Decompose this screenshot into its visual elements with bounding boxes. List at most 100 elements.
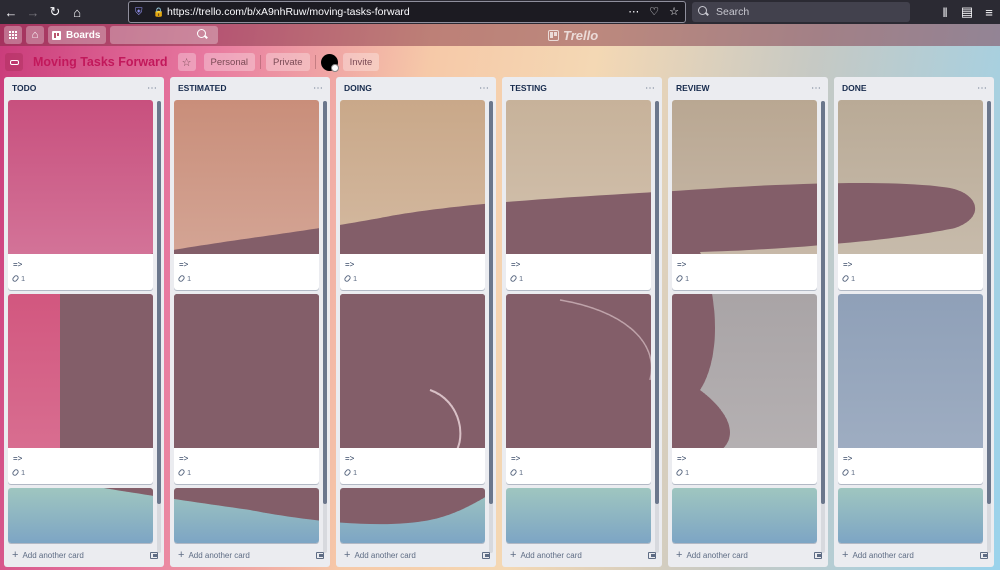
- card[interactable]: => 1: [506, 294, 651, 484]
- list-title[interactable]: TODO: [12, 83, 36, 93]
- card[interactable]: => 1: [340, 100, 485, 290]
- paperclip-icon: [11, 468, 20, 477]
- add-card-row: + Add another card: [336, 543, 496, 567]
- list-testing: TESTING ⋯ => 1 => 1 + Add another card: [502, 77, 662, 567]
- card-cover-image: [838, 488, 983, 543]
- card-title: =>: [843, 454, 853, 463]
- paperclip-icon: [841, 468, 850, 477]
- card-template-icon[interactable]: [814, 551, 822, 559]
- home-icon[interactable]: ⌂: [66, 0, 88, 24]
- star-board-button[interactable]: ☆: [177, 53, 196, 71]
- attachment-count: 1: [519, 274, 524, 283]
- attachment-count: 1: [685, 468, 690, 477]
- apps-button[interactable]: [4, 26, 22, 44]
- list-scrollbar-thumb[interactable]: [323, 101, 327, 504]
- list-menu-icon[interactable]: ⋯: [977, 83, 988, 94]
- list-menu-icon[interactable]: ⋯: [479, 83, 490, 94]
- card[interactable]: [340, 488, 485, 543]
- attachment-badge: 1: [841, 468, 978, 477]
- card[interactable]: => 1: [8, 100, 153, 290]
- url-text[interactable]: https://trello.com/b/xA9nhRuw/moving-tas…: [167, 6, 410, 18]
- invite-button[interactable]: Invite: [342, 53, 380, 71]
- card[interactable]: [8, 488, 153, 543]
- page-actions-icon[interactable]: ⋯: [628, 5, 639, 18]
- list-menu-icon[interactable]: ⋯: [147, 83, 158, 94]
- card[interactable]: => 1: [506, 100, 651, 290]
- paperclip-icon: [841, 274, 850, 283]
- list-todo: TODO ⋯ => 1 => 1 + Add another card: [4, 77, 164, 567]
- list-menu-icon[interactable]: ⋯: [313, 83, 324, 94]
- list-menu-icon[interactable]: ⋯: [811, 83, 822, 94]
- add-card-button[interactable]: + Add another card: [842, 549, 914, 561]
- card-template-icon[interactable]: [980, 551, 988, 559]
- card[interactable]: => 1: [672, 100, 817, 290]
- boards-button[interactable]: Boards: [48, 26, 107, 44]
- forward-icon[interactable]: →: [22, 0, 44, 24]
- list-scrollbar-thumb[interactable]: [489, 101, 493, 504]
- back-icon[interactable]: ←: [0, 0, 22, 24]
- list-scrollbar-thumb[interactable]: [821, 101, 825, 504]
- list-scrollbar-thumb[interactable]: [987, 101, 991, 504]
- add-card-button[interactable]: + Add another card: [676, 549, 748, 561]
- attachment-count: 1: [21, 274, 26, 283]
- list-title[interactable]: DOING: [344, 83, 372, 93]
- list-header[interactable]: TESTING ⋯: [502, 77, 662, 99]
- team-visibility-button[interactable]: Personal: [203, 53, 256, 71]
- add-card-button[interactable]: + Add another card: [12, 549, 84, 561]
- add-card-row: + Add another card: [668, 543, 828, 567]
- home-button[interactable]: ⌂: [26, 26, 44, 44]
- card[interactable]: [838, 488, 983, 543]
- reload-icon[interactable]: ↻: [44, 0, 66, 24]
- bookmark-star-icon[interactable]: ☆: [669, 5, 679, 18]
- list-title[interactable]: ESTIMATED: [178, 83, 226, 93]
- add-card-button[interactable]: + Add another card: [510, 549, 582, 561]
- tracking-shield-icon[interactable]: ⛨: [135, 7, 145, 18]
- card-template-icon[interactable]: [150, 551, 158, 559]
- list-header[interactable]: DONE ⋯: [834, 77, 994, 99]
- card[interactable]: [174, 488, 319, 543]
- list-header[interactable]: DOING ⋯: [336, 77, 496, 99]
- list-header[interactable]: ESTIMATED ⋯: [170, 77, 330, 99]
- list-header[interactable]: TODO ⋯: [4, 77, 164, 99]
- board-menu-button[interactable]: [5, 53, 23, 71]
- url-bar[interactable]: ⛨ 🔒 https://trello.com/b/xA9nhRuw/moving…: [128, 1, 686, 23]
- card[interactable]: => 1: [340, 294, 485, 484]
- trello-logo-text: Trello: [563, 28, 599, 43]
- menu-icon[interactable]: ≡: [978, 0, 1000, 24]
- browser-search-field[interactable]: Search: [692, 2, 910, 22]
- list-estimated: ESTIMATED ⋯ => 1 => 1 + Add another card: [170, 77, 330, 567]
- privacy-button[interactable]: Private: [266, 53, 310, 71]
- card-template-icon[interactable]: [648, 551, 656, 559]
- card[interactable]: => 1: [838, 294, 983, 484]
- add-card-button[interactable]: + Add another card: [178, 549, 250, 561]
- trello-logo[interactable]: Trello: [548, 28, 598, 43]
- pocket-icon[interactable]: ♡: [649, 5, 659, 18]
- card[interactable]: => 1: [8, 294, 153, 484]
- list-header[interactable]: REVIEW ⋯: [668, 77, 828, 99]
- lock-icon[interactable]: 🔒: [153, 7, 164, 18]
- board-title[interactable]: Moving Tasks Forward: [33, 55, 168, 69]
- list-menu-icon[interactable]: ⋯: [645, 83, 656, 94]
- card[interactable]: => 1: [174, 100, 319, 290]
- card[interactable]: [506, 488, 651, 543]
- avatar[interactable]: [320, 53, 339, 72]
- sidebar-icon[interactable]: ▤: [956, 0, 978, 24]
- card-template-icon[interactable]: [482, 551, 490, 559]
- library-icon[interactable]: ‖: [934, 0, 956, 24]
- card[interactable]: => 1: [838, 100, 983, 290]
- card[interactable]: [672, 488, 817, 543]
- card[interactable]: => 1: [174, 294, 319, 484]
- house-icon: ⌂: [31, 29, 39, 41]
- card-title: =>: [179, 260, 189, 269]
- list-title[interactable]: REVIEW: [676, 83, 710, 93]
- card[interactable]: => 1: [672, 294, 817, 484]
- add-card-button[interactable]: + Add another card: [344, 549, 416, 561]
- plus-icon: +: [178, 549, 185, 561]
- list-scrollbar-thumb[interactable]: [157, 101, 161, 504]
- list-title[interactable]: TESTING: [510, 83, 547, 93]
- card-template-icon[interactable]: [316, 551, 324, 559]
- list-title[interactable]: DONE: [842, 83, 867, 93]
- attachment-badge: 1: [11, 468, 148, 477]
- board-search-input[interactable]: [110, 26, 219, 44]
- list-scrollbar-thumb[interactable]: [655, 101, 659, 504]
